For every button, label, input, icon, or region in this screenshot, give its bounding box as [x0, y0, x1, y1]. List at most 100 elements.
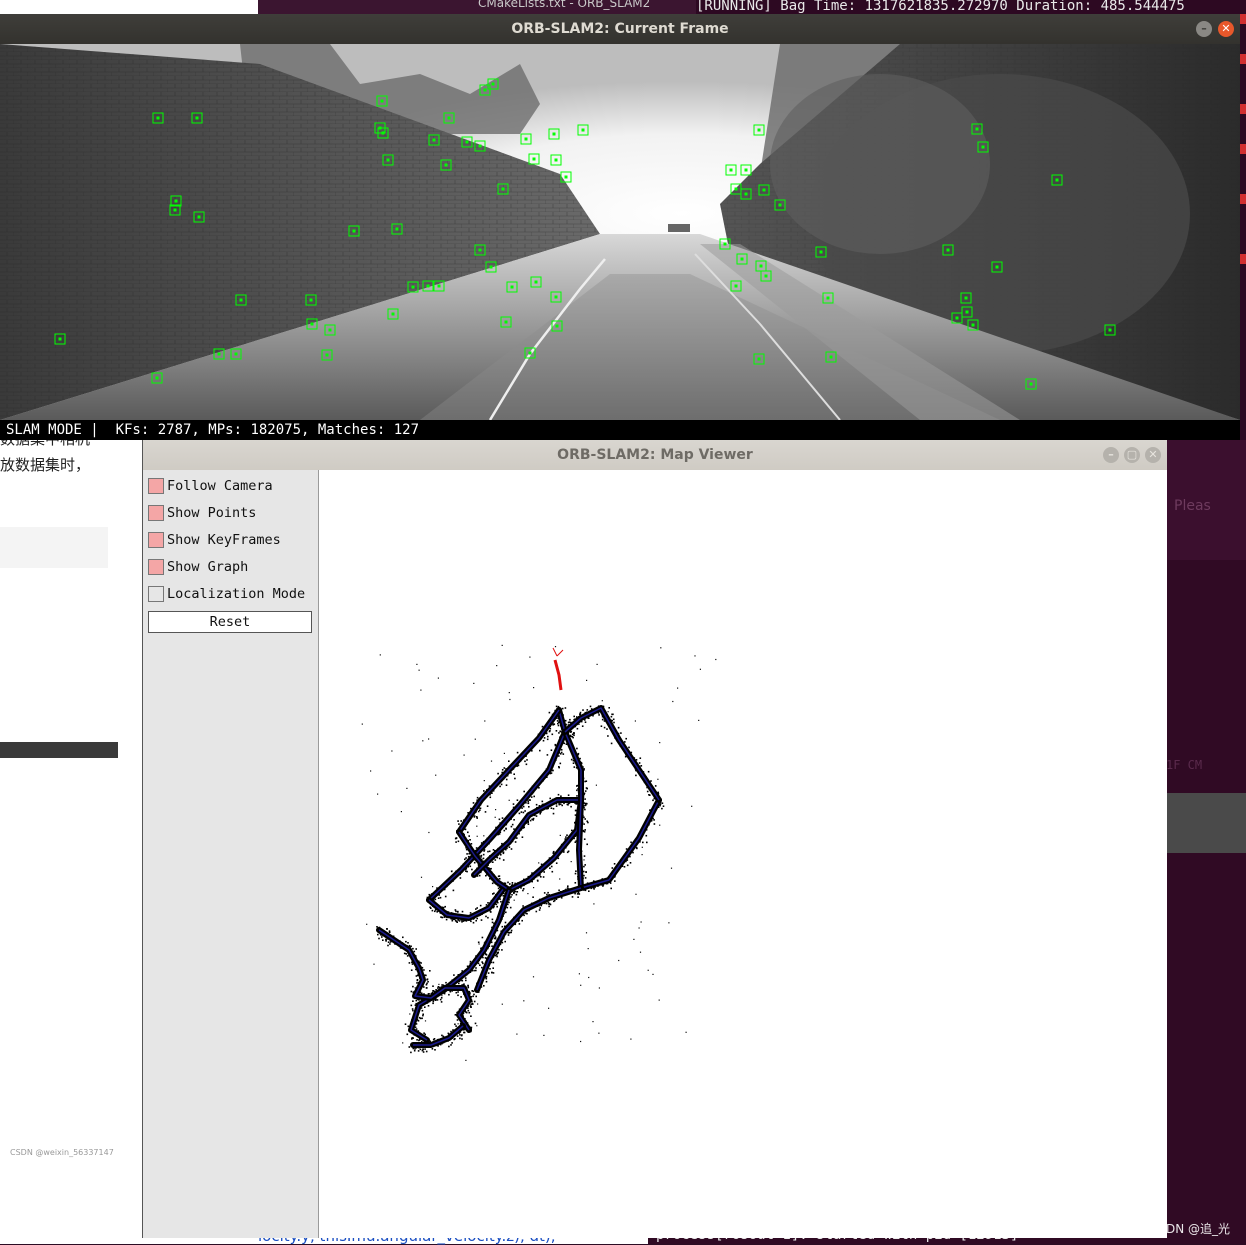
map-point — [626, 864, 629, 867]
map-point — [416, 979, 419, 981]
map-point — [518, 812, 521, 815]
map-point — [539, 812, 541, 815]
map-point — [598, 714, 600, 716]
map-point — [441, 995, 443, 997]
map-point — [504, 921, 507, 924]
checkbox-icon[interactable] — [148, 505, 164, 521]
map-point — [509, 883, 511, 885]
map-point — [494, 859, 497, 861]
close-icon[interactable]: ✕ — [1218, 21, 1234, 37]
map-point — [473, 969, 475, 972]
current-frame-window: ORB-SLAM2: Current Frame – ✕ SLAM MODE |… — [0, 14, 1240, 440]
map-point — [469, 960, 472, 963]
map-point — [425, 987, 428, 989]
orb-keypoint-center — [504, 320, 508, 324]
map-point — [496, 665, 498, 667]
map-point — [457, 1023, 459, 1025]
show-graph-checkbox[interactable]: Show Graph — [148, 557, 248, 577]
checkbox-icon[interactable] — [148, 532, 164, 548]
map-point — [444, 905, 446, 908]
terminal-title: CMakeLists.txt - ORB_SLAM2 — [478, 0, 651, 10]
map-point — [422, 740, 424, 742]
map-point — [630, 1038, 632, 1040]
orb-keypoint-center — [740, 257, 744, 261]
map-point — [553, 850, 555, 853]
map-point — [670, 867, 673, 869]
map-point — [570, 861, 572, 863]
map-point — [411, 1008, 414, 1010]
background-terminal-edge — [1240, 14, 1246, 440]
map-point — [434, 1049, 436, 1051]
blog-watermark: CSDN @weixin_56337147 — [10, 1148, 114, 1157]
map-point — [611, 867, 614, 869]
map-point — [457, 991, 459, 993]
map-point — [475, 919, 477, 922]
map-point — [640, 921, 642, 923]
checkbox-icon[interactable] — [148, 586, 164, 602]
orb-keypoint-center — [981, 145, 985, 149]
minimize-icon[interactable]: – — [1196, 21, 1212, 37]
map-point — [677, 687, 679, 689]
map-point — [412, 1000, 414, 1002]
map-point — [531, 818, 533, 821]
map-point — [483, 780, 485, 782]
map-point — [542, 876, 545, 878]
orb-keypoint-center — [564, 175, 568, 179]
map-point — [550, 807, 553, 809]
map-point — [461, 1038, 463, 1040]
orb-keypoint-center — [217, 352, 221, 356]
map-point — [634, 720, 636, 722]
map-point — [554, 646, 557, 648]
map-point — [472, 921, 475, 924]
localization-mode-checkbox[interactable]: Localization Mode — [148, 584, 305, 604]
map-point — [546, 754, 549, 756]
map-point — [560, 795, 562, 797]
map-point — [455, 837, 457, 839]
map-point — [513, 773, 515, 775]
map-point — [422, 1048, 424, 1050]
orb-keypoint-center — [532, 157, 536, 161]
map-point — [491, 945, 493, 947]
reset-button[interactable]: Reset — [148, 611, 312, 633]
slam-stats-text: KFs: 2787, MPs: 182075, Matches: 127 — [115, 422, 420, 438]
map-point — [584, 721, 587, 723]
map-point — [661, 807, 663, 810]
map-point — [641, 846, 643, 848]
map-point — [653, 819, 655, 821]
map-point — [559, 762, 562, 765]
minimize-icon[interactable]: – — [1103, 447, 1119, 463]
orb-keypoint-center — [465, 140, 469, 144]
map-point — [549, 730, 551, 732]
orb-keypoint-center — [447, 116, 451, 120]
show-points-checkbox[interactable]: Show Points — [148, 503, 256, 523]
map-point — [504, 940, 506, 943]
checkbox-icon[interactable] — [148, 559, 164, 575]
maximize-icon[interactable]: ▢ — [1124, 447, 1140, 463]
map-point — [595, 784, 597, 786]
map-point — [563, 742, 566, 745]
map-point — [567, 804, 569, 806]
map-point — [484, 957, 487, 959]
show-keyframes-checkbox[interactable]: Show KeyFrames — [148, 530, 281, 550]
orb-keypoint-center — [555, 324, 559, 328]
map-point — [492, 967, 494, 969]
map-point — [570, 730, 573, 733]
map-point — [583, 838, 586, 840]
map-point — [553, 723, 556, 726]
map-point — [555, 805, 558, 807]
map-point — [584, 804, 587, 807]
orb-keypoint-center — [554, 295, 558, 299]
map-point — [432, 985, 434, 987]
current-frame-titlebar[interactable]: ORB-SLAM2: Current Frame – ✕ — [0, 14, 1240, 44]
map-point — [559, 878, 561, 880]
close-icon[interactable]: ✕ — [1145, 447, 1161, 463]
map-point — [448, 1045, 450, 1048]
checkbox-icon[interactable] — [148, 478, 164, 494]
map-point — [592, 1021, 594, 1023]
map-point — [416, 982, 418, 984]
follow-camera-checkbox[interactable]: Follow Camera — [148, 476, 273, 496]
map-point — [685, 1031, 687, 1033]
map-viewer-titlebar[interactable]: ORB-SLAM2: Map Viewer – ▢ ✕ — [143, 440, 1167, 470]
orb-keypoint-center — [759, 264, 763, 268]
map-3d-view[interactable] — [319, 470, 1167, 1238]
